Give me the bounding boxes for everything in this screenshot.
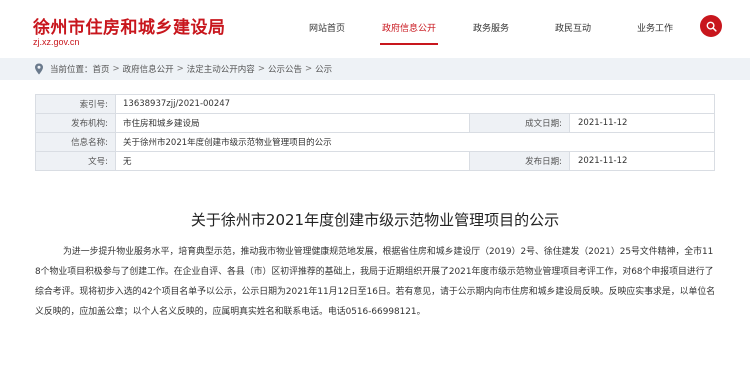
breadcrumb-announcements[interactable]: 公示公告 bbox=[268, 63, 302, 75]
created-date-value: 2021-11-12 bbox=[569, 113, 715, 133]
article-title: 关于徐州市2021年度创建市级示范物业管理项目的公示 bbox=[190, 211, 560, 229]
breadcrumb-bar: 当前位置： 首页 > 政府信息公开 > 法定主动公开内容 > 公示公告 > 公示 bbox=[0, 58, 750, 80]
index-value: 13638937zjj/2021-00247 bbox=[115, 94, 715, 114]
table-row: 发布机构: 市住房和城乡建设局 成文日期: 2021-11-12 bbox=[35, 113, 715, 133]
index-label: 索引号: bbox=[35, 94, 116, 114]
nav-gov-service[interactable]: 政务服务 bbox=[450, 21, 532, 45]
article-body: 为进一步提升物业服务水平，培育典型示范，推动我市物业管理健康规范地发展，根据省住… bbox=[35, 247, 716, 317]
breadcrumb-separator: > bbox=[257, 64, 265, 74]
site-header: 徐州市住房和城乡建设局 zj.xz.gov.cn 网站首页 政府信息公开 政务服… bbox=[0, 0, 750, 52]
info-name-value: 关于徐州市2021年度创建市级示范物业管理项目的公示 bbox=[115, 132, 715, 152]
breadcrumb-home[interactable]: 首页 bbox=[93, 63, 110, 75]
published-date-value: 2021-11-12 bbox=[569, 151, 715, 171]
breadcrumb-separator: > bbox=[112, 64, 120, 74]
doc-number-value: 无 bbox=[115, 151, 470, 171]
breadcrumb-gov-info[interactable]: 政府信息公开 bbox=[123, 63, 174, 75]
doc-number-label: 文号: bbox=[35, 151, 116, 171]
breadcrumb-statutory[interactable]: 法定主动公开内容 bbox=[187, 63, 255, 75]
main-nav: 网站首页 政府信息公开 政务服务 政民互动 业务工作 bbox=[286, 21, 696, 45]
breadcrumb-prefix: 当前位置： bbox=[50, 65, 93, 75]
table-row: 索引号: 13638937zjj/2021-00247 bbox=[35, 94, 715, 114]
publisher-value: 市住房和城乡建设局 bbox=[115, 113, 470, 133]
table-row: 文号: 无 发布日期: 2021-11-12 bbox=[35, 151, 715, 171]
table-row: 信息名称: 关于徐州市2021年度创建市级示范物业管理项目的公示 bbox=[35, 132, 715, 152]
site-title[interactable]: 徐州市住房和城乡建设局 bbox=[33, 13, 226, 38]
location-pin-icon bbox=[35, 63, 43, 75]
site-domain: zj.xz.gov.cn bbox=[33, 37, 80, 47]
search-icon bbox=[706, 21, 717, 32]
nav-gov-info[interactable]: 政府信息公开 bbox=[368, 21, 450, 45]
info-name-label: 信息名称: bbox=[35, 132, 116, 152]
publisher-label: 发布机构: bbox=[35, 113, 116, 133]
breadcrumb-current[interactable]: 公示 bbox=[315, 63, 332, 75]
nav-home[interactable]: 网站首页 bbox=[286, 21, 368, 45]
created-date-label: 成文日期: bbox=[469, 113, 570, 133]
document-meta-table: 索引号: 13638937zjj/2021-00247 发布机构: 市住房和城乡… bbox=[35, 94, 715, 171]
search-button[interactable] bbox=[700, 15, 722, 37]
breadcrumb: 当前位置： 首页 > 政府信息公开 > 法定主动公开内容 > 公示公告 > 公示 bbox=[34, 63, 332, 75]
nav-interaction[interactable]: 政民互动 bbox=[532, 21, 614, 45]
breadcrumb-separator: > bbox=[176, 64, 184, 74]
breadcrumb-separator: > bbox=[304, 64, 313, 74]
nav-business[interactable]: 业务工作 bbox=[614, 21, 696, 45]
published-date-label: 发布日期: bbox=[469, 151, 570, 171]
